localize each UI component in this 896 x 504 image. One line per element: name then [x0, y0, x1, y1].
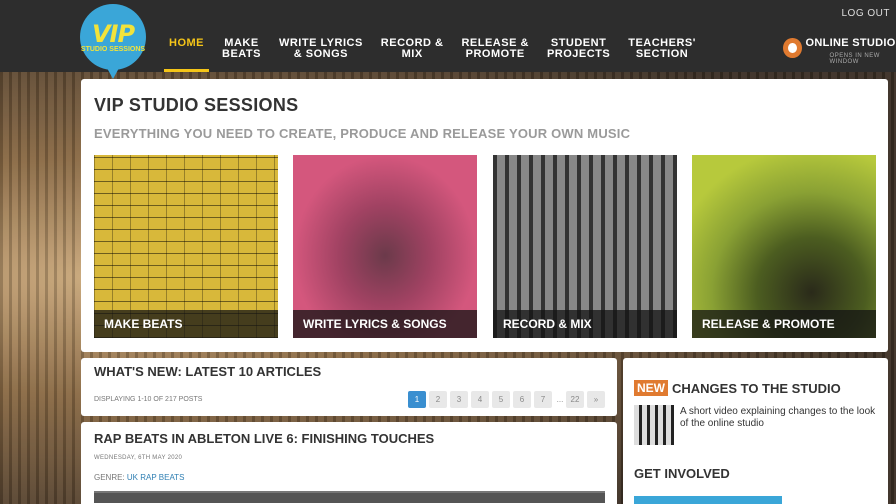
- page-button[interactable]: 2: [429, 391, 447, 408]
- page-subtitle: EVERYTHING YOU NEED TO CREATE, PRODUCE A…: [94, 126, 631, 141]
- displaying-count: DISPLAYING 1-10 OF 217 POSTS: [94, 396, 203, 403]
- new-badge: NEW: [634, 380, 668, 396]
- tile-label: WRITE LYRICS & SONGS: [293, 310, 477, 338]
- main-nav: HOME MAKE BEATS WRITE LYRICS & SONGS REC…: [160, 38, 705, 72]
- page-button[interactable]: 3: [450, 391, 468, 408]
- tile-label: MAKE BEATS: [94, 310, 278, 338]
- nav-release-promote[interactable]: RELEASE & PROMOTE: [452, 38, 537, 72]
- tile-release-promote[interactable]: RELEASE & PROMOTE: [692, 155, 876, 338]
- logout-link[interactable]: LOG OUT: [841, 8, 890, 19]
- articles-heading: WHAT'S NEW: LATEST 10 ARTICLES: [94, 364, 322, 379]
- page-button[interactable]: 7: [534, 391, 552, 408]
- nav-record-mix[interactable]: RECORD & MIX: [372, 38, 453, 72]
- online-studio-note: OPENS IN NEW WINDOW: [829, 53, 880, 65]
- page-title: VIP STUDIO SESSIONS: [94, 95, 299, 115]
- page-button[interactable]: 6: [513, 391, 531, 408]
- record-icon: [783, 38, 802, 58]
- logo-text: VIP: [91, 19, 135, 48]
- changes-description: A short video explaining changes to the …: [680, 406, 876, 429]
- vip-studio-sessions-logo[interactable]: VIP STUDIO SESSIONS: [80, 4, 146, 79]
- tile-label: RELEASE & PROMOTE: [692, 310, 876, 338]
- changes-title[interactable]: CHANGES TO THE STUDIO: [672, 381, 841, 396]
- page-button[interactable]: 5: [492, 391, 510, 408]
- nav-write-lyrics[interactable]: WRITE LYRICS & SONGS: [270, 38, 372, 72]
- logo-subtext: STUDIO SESSIONS: [80, 45, 146, 53]
- page-button[interactable]: 1: [408, 391, 426, 408]
- sidebar-panel: NEW CHANGES TO THE STUDIO A short video …: [623, 358, 888, 504]
- changes-heading: NEW CHANGES TO THE STUDIO: [634, 380, 841, 396]
- page-button[interactable]: 22: [566, 391, 584, 408]
- nav-home[interactable]: HOME: [160, 38, 213, 72]
- article-title[interactable]: RAP BEATS IN ABLETON LIVE 6: FINISHING T…: [94, 431, 434, 446]
- get-involved-button[interactable]: [634, 496, 782, 504]
- tile-label: RECORD & MIX: [493, 310, 677, 338]
- video-thumbnail[interactable]: [634, 405, 674, 445]
- page-ellipsis: ...: [556, 395, 564, 404]
- top-navigation-bar: VIP STUDIO SESSIONS HOME MAKE BEATS WRIT…: [0, 0, 896, 79]
- page-button[interactable]: 4: [471, 391, 489, 408]
- nav-student-projects[interactable]: STUDENT PROJECTS: [538, 38, 619, 72]
- article-date: WEDNESDAY, 6TH MAY 2020: [94, 455, 183, 461]
- nav-teachers-section[interactable]: TEACHERS' SECTION: [619, 38, 705, 72]
- tile-make-beats[interactable]: MAKE BEATS: [94, 155, 278, 338]
- online-studio-link[interactable]: ONLINE STUDIO OPENS IN NEW WINDOW: [783, 37, 896, 65]
- article-card: RAP BEATS IN ABLETON LIVE 6: FINISHING T…: [81, 422, 617, 504]
- hero-panel: VIP STUDIO SESSIONS EVERYTHING YOU NEED …: [81, 79, 888, 352]
- online-studio-label: ONLINE STUDIO: [805, 37, 896, 49]
- tile-record-mix[interactable]: RECORD & MIX: [493, 155, 677, 338]
- genre-label: GENRE:: [94, 473, 125, 482]
- pagination: 1 2 3 4 5 6 7 ... 22 »: [408, 391, 608, 408]
- nav-make-beats[interactable]: MAKE BEATS: [213, 38, 270, 72]
- articles-panel: WHAT'S NEW: LATEST 10 ARTICLES DISPLAYIN…: [81, 358, 617, 416]
- tile-write-lyrics[interactable]: WRITE LYRICS & SONGS: [293, 155, 477, 338]
- next-page-button[interactable]: »: [587, 391, 605, 408]
- get-involved-heading: GET INVOLVED: [634, 466, 730, 481]
- article-screenshot: [94, 491, 605, 503]
- genre-link[interactable]: UK RAP BEATS: [127, 473, 185, 482]
- article-genre: GENRE: UK RAP BEATS: [94, 473, 184, 482]
